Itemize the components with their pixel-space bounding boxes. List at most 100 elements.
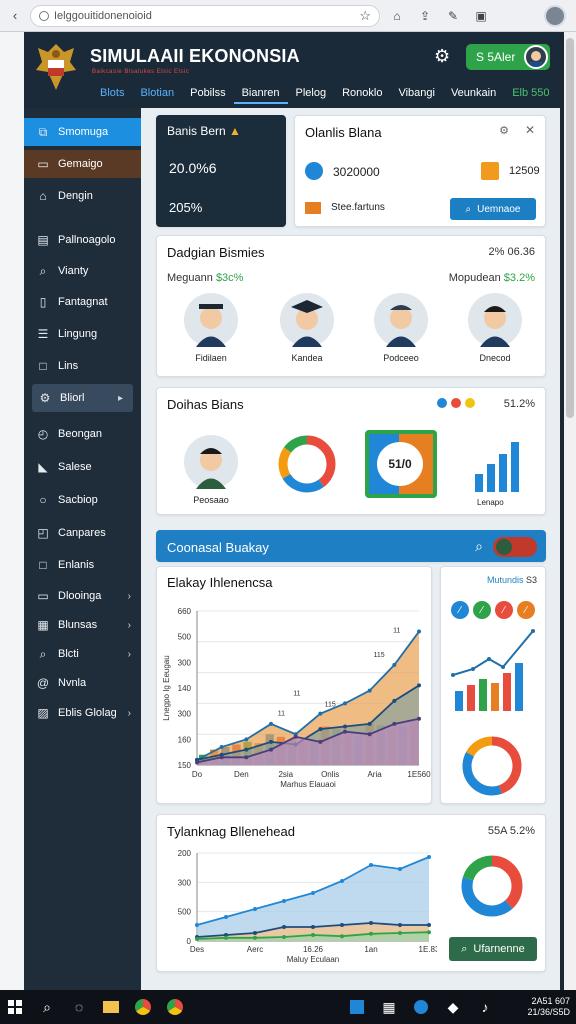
warning-triangle-icon: ▲ xyxy=(229,124,241,138)
sidebar-item-salese[interactable]: ◣ Salese xyxy=(24,453,141,481)
y-tick-label: 500 xyxy=(178,633,192,642)
person-card[interactable]: Peosaao xyxy=(183,434,239,505)
sidebar-item-enlanis[interactable]: □ Enlanis xyxy=(24,551,141,579)
settings-dot-icon[interactable]: ⚙ xyxy=(499,124,509,137)
analysis-title: Olanlis Blana xyxy=(305,125,382,140)
extension-icon[interactable]: ⌂ xyxy=(386,6,408,26)
close-icon[interactable]: ✕ xyxy=(525,123,535,137)
y-tick-label: 300 xyxy=(178,710,192,719)
bookmark-star-icon[interactable]: ☆ xyxy=(359,8,371,24)
person-name: Kandea xyxy=(291,353,323,363)
sidebar-item-label: Gemaigo xyxy=(58,158,103,170)
sidebar-item-label: Lingung xyxy=(58,328,98,340)
edit-icon[interactable]: ✎ xyxy=(442,6,464,26)
data-point xyxy=(340,879,344,883)
search-icon[interactable]: ⌕ xyxy=(38,998,56,1016)
scrollbar[interactable] xyxy=(564,32,576,990)
sidebar-item-eblis-glolag[interactable]: ▨ Eblis Glolag › xyxy=(24,699,141,727)
nav-item-pobilss[interactable]: Pobilss xyxy=(182,82,233,104)
nav-item-vibangi[interactable]: Vibangi xyxy=(390,82,443,104)
slash-icon[interactable]: ⁄ xyxy=(451,601,469,619)
app-grid-icon[interactable]: ▦ xyxy=(380,998,398,1016)
user-badge[interactable]: S 5Aler xyxy=(466,44,550,70)
nav-item-blotian[interactable]: Blotian xyxy=(132,82,182,104)
sidebar-item-beongan[interactable]: ◴ Beongan xyxy=(24,420,141,448)
system-clock[interactable]: 2A51 607 21/36/S5D xyxy=(527,996,570,1018)
slash-icon[interactable]: ⁄ xyxy=(473,601,491,619)
person-card[interactable]: Dnecod xyxy=(467,292,523,363)
chrome-icon[interactable] xyxy=(134,998,152,1016)
data-point xyxy=(392,698,397,703)
sidebar-item-label: Blcti xyxy=(58,648,79,660)
file-explorer-icon[interactable] xyxy=(102,998,120,1016)
share-icon[interactable]: ⇪ xyxy=(414,6,436,26)
sidebar-item-dlooinga[interactable]: ▭ Dlooinga › xyxy=(24,582,141,610)
person-card[interactable]: Fidilaen xyxy=(183,292,239,363)
sidebar-item-smomuga[interactable]: ⧉ Smomuga xyxy=(24,118,141,146)
data-point xyxy=(244,737,249,742)
side-donut-chart xyxy=(462,736,522,796)
data-point xyxy=(427,930,431,935)
sidebar-item-gemaigo[interactable]: ▭ Gemaigo xyxy=(24,150,141,178)
slash-icon[interactable]: ⁄ xyxy=(517,601,535,619)
nav-item-veunkain[interactable]: Veunkain xyxy=(443,82,504,104)
sidebar-item-blcti[interactable]: ⌕ Blcti › xyxy=(24,640,141,668)
nav-item-elb[interactable]: Elb 550 xyxy=(504,82,557,104)
data-point xyxy=(343,724,347,729)
sidebar-item-sacbiop[interactable]: ○ Sacbiop xyxy=(24,486,141,514)
nav-item-ronoklo[interactable]: Ronoklo xyxy=(334,82,390,104)
sidebar-item-canpares[interactable]: ◰ Canpares xyxy=(24,519,141,547)
nav-item-plelog[interactable]: Plelog xyxy=(288,82,335,104)
data-point xyxy=(427,923,431,927)
windows-start-icon[interactable] xyxy=(6,998,24,1016)
line-chart-title: Elakay Ihlenencsa xyxy=(167,575,273,590)
app-header: SIMULAAII EKONONSIA Baikcasie Blsalukes … xyxy=(24,32,560,108)
search-icon[interactable]: ⌕ xyxy=(475,538,483,555)
sidebar-item-dengin[interactable]: ⌂ Dengin xyxy=(24,182,141,210)
people-right-label: Mopudean xyxy=(448,272,501,284)
network-icon[interactable]: ◆ xyxy=(444,998,462,1016)
person-card[interactable]: Kandea xyxy=(279,292,335,363)
side-panel-meta: S3 xyxy=(525,575,537,585)
nav-item-bianren[interactable]: Bianren xyxy=(233,82,288,104)
sidebar-item-bliorl[interactable]: ⚙ Bliorl ▸ xyxy=(32,384,133,412)
sidebar-item-nvnla[interactable]: @ Nvnla xyxy=(24,669,141,697)
balance-value-2: 205% xyxy=(169,200,203,215)
nav-item-blots[interactable]: Blots xyxy=(92,82,132,104)
volume-icon[interactable]: ♪ xyxy=(476,998,494,1016)
scrollbar-thumb[interactable] xyxy=(566,38,574,418)
data-point xyxy=(244,747,249,752)
tylank-action-button[interactable]: ⌕ Ufarnenne xyxy=(449,937,537,961)
sidebar-item-fantagnat[interactable]: ▯ Fantagnat xyxy=(24,288,141,316)
data-point xyxy=(318,739,323,744)
chrome-icon[interactable] xyxy=(166,998,184,1016)
x-axis-label: Maluy Eculaan xyxy=(287,955,339,964)
data-point xyxy=(340,934,344,939)
back-arrow-icon[interactable]: ‹ xyxy=(6,7,24,25)
task-view-icon[interactable]: ◌ xyxy=(70,998,88,1016)
app-round-icon[interactable] xyxy=(412,998,430,1016)
sidebar-item-pallnoagolo[interactable]: ▤ Pallnoagolo xyxy=(24,226,141,254)
settings-gear-icon[interactable]: ⚙ xyxy=(434,46,450,67)
search-action-button[interactable]: ⌕ Uemnaoe xyxy=(450,198,536,220)
slash-icon[interactable]: ⁄ xyxy=(495,601,513,619)
address-bar[interactable]: Ielggouitidonenoioid ☆ xyxy=(30,4,380,27)
person-card[interactable]: Podceeo xyxy=(373,292,429,363)
blue-status-icon xyxy=(437,398,447,408)
grid-icon: ▦ xyxy=(37,618,49,632)
y-tick-label: 660 xyxy=(178,607,192,616)
data-point xyxy=(343,729,347,734)
profile-avatar[interactable] xyxy=(544,4,566,27)
data-point xyxy=(269,721,273,726)
sidebar-item-lingung[interactable]: ☰ Lingung xyxy=(24,320,141,348)
sidebar-item-blunsas[interactable]: ▦ Blunsas › xyxy=(24,611,141,639)
sidebar-item-lins[interactable]: □ Lins xyxy=(24,352,141,380)
data-point xyxy=(417,683,421,688)
app-blue-icon[interactable] xyxy=(348,998,366,1016)
person-name: Fidilaen xyxy=(195,353,227,363)
window-icon[interactable]: ▣ xyxy=(470,6,492,26)
graduate-avatar-icon xyxy=(280,293,334,347)
sidebar-item-vianty[interactable]: ⌕ Vianty xyxy=(24,257,141,285)
data-point xyxy=(195,937,199,941)
user-toggle[interactable] xyxy=(493,537,537,557)
